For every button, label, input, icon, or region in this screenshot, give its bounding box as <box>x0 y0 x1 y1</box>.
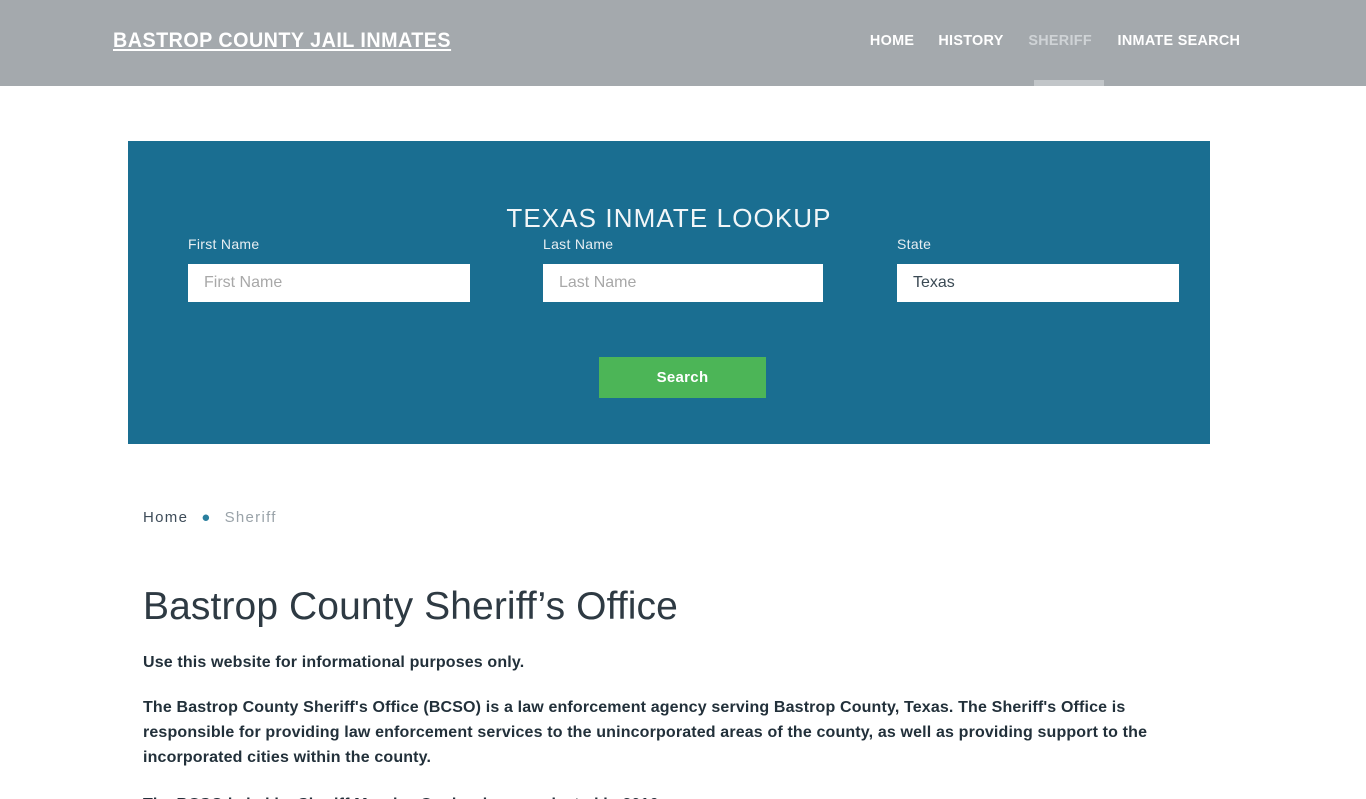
first-name-input[interactable] <box>188 264 470 302</box>
state-input[interactable] <box>897 264 1179 302</box>
breadcrumb-separator-icon: ● <box>201 508 212 526</box>
main-content: Home ● Sheriff Bastrop County Sheriff’s … <box>143 500 1243 799</box>
inmate-lookup-panel: TEXAS INMATE LOOKUP First Name Last Name… <box>128 141 1210 444</box>
page-title: Bastrop County Sheriff’s Office <box>143 585 678 628</box>
site-brand-logo[interactable]: Bastrop County Jail Inmates <box>113 29 451 53</box>
nav-active-indicator <box>1034 80 1104 86</box>
nav-item-sheriff[interactable]: SHERIFF <box>1018 32 1103 49</box>
intro-paragraph: The Bastrop County Sheriff's Office (BCS… <box>143 698 1148 766</box>
field-group-last-name: Last Name <box>543 236 823 302</box>
field-group-state: State <box>897 236 1179 302</box>
nav-item-history[interactable]: HISTORY <box>928 32 1014 49</box>
nav-item-home[interactable]: HOME <box>859 32 924 49</box>
search-button[interactable]: Search <box>599 357 766 398</box>
field-group-first-name: First Name <box>188 236 470 302</box>
breadcrumb-home-link[interactable]: Home <box>143 509 188 526</box>
breadcrumb: Home ● Sheriff <box>143 500 1243 534</box>
lookup-panel-title: TEXAS INMATE LOOKUP <box>506 202 832 233</box>
disclaimer-text: Use this website for informational purpo… <box>143 653 525 671</box>
site-header: Bastrop County Jail Inmates HOME HISTORY… <box>0 0 1366 86</box>
last-name-input[interactable] <box>543 264 823 302</box>
first-name-label: First Name <box>188 236 260 252</box>
breadcrumb-current-page: Sheriff <box>224 508 277 526</box>
last-name-label: Last Name <box>543 236 614 252</box>
main-navigation: HOME HISTORY SHERIFF INMATE SEARCH <box>858 32 1254 49</box>
nav-item-inmate-search[interactable]: INMATE SEARCH <box>1107 32 1251 49</box>
state-label: State <box>897 236 932 252</box>
sheriff-paragraph: The BCSO is led by Sheriff Maurice Cook,… <box>143 793 1173 799</box>
lookup-field-row: First Name Last Name State <box>128 236 1210 314</box>
